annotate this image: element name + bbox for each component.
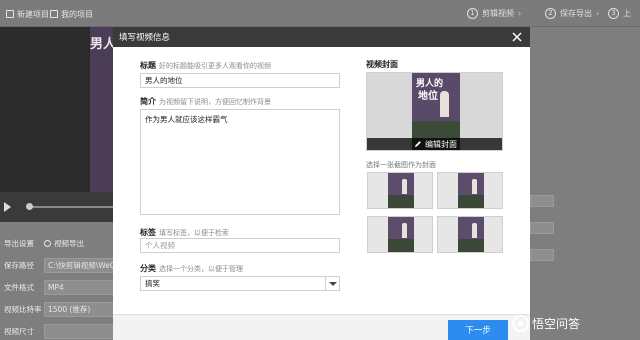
video-size-select[interactable] [44, 323, 114, 339]
file-format-select[interactable]: MP4 [44, 279, 114, 295]
description-field-label: 简介 为视频留下说明，方便回忆制作背景 [140, 96, 271, 107]
bitrate-label: 视频比特率 [4, 304, 42, 314]
cover-person [440, 91, 449, 117]
dialog-title: 填写视频信息 [119, 33, 171, 43]
category-field-label: 分类 选择一个分类，以便于管理 [140, 263, 243, 274]
progress-track[interactable] [30, 206, 113, 208]
cover-option-4[interactable] [437, 216, 503, 253]
export-settings-panel: 导出设置 视频导出 保存路径 C:\快剪辑视频\WeC 文件格式 MP4 视频比… [0, 222, 114, 340]
close-icon [512, 32, 522, 42]
my-projects-button[interactable]: 我的项目 [50, 8, 93, 20]
edit-cover-button[interactable]: 编辑封面 [367, 138, 502, 150]
save-path-input[interactable]: C:\快剪辑视频\WeC [44, 257, 114, 273]
size-row: 视频尺寸 [4, 322, 114, 340]
category-hint: 选择一个分类，以便于管理 [159, 265, 243, 273]
step-number: 3 [608, 8, 619, 19]
category-select[interactable]: 搞笑 [140, 276, 340, 291]
step-label: 上 [623, 9, 631, 18]
step-label: 剪辑视频 [482, 9, 514, 18]
step-number: 1 [467, 8, 478, 19]
video-export-label: 视频导出 [54, 238, 84, 248]
tags-field-label: 标签 填写标签，以便于检索 [140, 227, 229, 238]
video-info-dialog: 填写视频信息 标题 好的标题能吸引更多人观看你的视频 男人的地位 简介 为视频留下说… [113, 27, 530, 340]
cover-label: 视频封面 [366, 60, 398, 69]
chevron-right-icon: › [518, 9, 522, 18]
cover-option-1[interactable] [367, 172, 433, 209]
dialog-header: 填写视频信息 [113, 27, 530, 47]
title-label: 标题 [140, 61, 156, 70]
my-projects-label: 我的项目 [61, 9, 93, 19]
description-hint: 为视频留下说明，方便回忆制作背景 [159, 98, 271, 106]
chevron-down-icon[interactable] [325, 277, 339, 290]
playback-bar [0, 192, 113, 222]
cover-option-image [388, 217, 414, 252]
step-3: 3 上 [608, 8, 631, 19]
background-toolbar: 新建项目 我的项目 1 剪辑视频 › 2 保存导出 › 3 上 [0, 0, 640, 27]
description-label: 简介 [140, 97, 156, 106]
bitrate-row: 视频比特率 1500 (推荐) [4, 300, 114, 318]
cover-option-image [458, 217, 484, 252]
background-field [530, 195, 554, 207]
step-1: 1 剪辑视频 › [467, 8, 521, 19]
close-button[interactable] [510, 30, 524, 44]
export-mode-row: 导出设置 视频导出 [4, 234, 114, 252]
edit-cover-label: 编辑封面 [425, 139, 457, 149]
step-label: 保存导出 [560, 9, 592, 18]
title-input[interactable]: 男人的地位 [140, 73, 340, 88]
video-preview: 男人 [0, 27, 113, 192]
file-format-row: 文件格式 MP4 [4, 278, 114, 296]
tags-input[interactable]: 个人视频 [140, 238, 340, 253]
save-path-label: 保存路径 [4, 260, 34, 270]
tags-label: 标签 [140, 228, 156, 237]
new-project-icon [6, 10, 14, 18]
background-right-panel [530, 27, 640, 340]
title-hint: 好的标题能吸引更多人观看你的视频 [159, 62, 271, 70]
description-textarea[interactable]: 作为男人就应该这样霸气 [140, 109, 340, 215]
progress-handle[interactable] [26, 203, 33, 210]
export-settings-label: 导出设置 [4, 238, 34, 248]
pencil-icon [415, 141, 421, 147]
file-format-label: 文件格式 [4, 282, 34, 292]
cover-caption: 地位 [418, 91, 438, 102]
watermark-text: 悟空问答 [532, 316, 581, 331]
cover-option-2[interactable] [437, 172, 503, 209]
preview-caption: 男人 [90, 37, 113, 52]
wukong-logo-icon [512, 314, 529, 332]
step-number: 2 [545, 8, 556, 19]
title-field-label: 标题 好的标题能吸引更多人观看你的视频 [140, 60, 271, 71]
play-icon[interactable] [4, 202, 11, 212]
cover-option-image [388, 173, 414, 208]
new-project-button[interactable]: 新建项目 [6, 8, 49, 20]
folder-icon [50, 10, 58, 18]
step-2: 2 保存导出 › [545, 8, 599, 19]
cover-preview[interactable]: 男人的 地位 编辑封面 [366, 72, 503, 151]
background-field [530, 222, 554, 234]
radio-video-export[interactable] [44, 239, 51, 247]
video-size-label: 视频尺寸 [4, 326, 34, 336]
tags-hint: 填写标签，以便于检索 [159, 229, 229, 237]
save-path-row: 保存路径 C:\快剪辑视频\WeC [4, 256, 114, 274]
bitrate-select[interactable]: 1500 (推荐) [44, 301, 114, 317]
watermark: 悟空问答 [512, 312, 580, 334]
cover-option-image [458, 173, 484, 208]
cover-pick-hint: 选择一张截图作为封面 [366, 161, 436, 169]
new-project-label: 新建项目 [17, 9, 49, 19]
dialog-footer: 下一步 [113, 314, 530, 340]
cover-option-3[interactable] [367, 216, 433, 253]
category-value: 搞笑 [145, 279, 160, 288]
category-label: 分类 [140, 264, 156, 273]
background-field [530, 249, 554, 261]
next-button[interactable]: 下一步 [448, 320, 508, 340]
chevron-right-icon: › [596, 9, 600, 18]
